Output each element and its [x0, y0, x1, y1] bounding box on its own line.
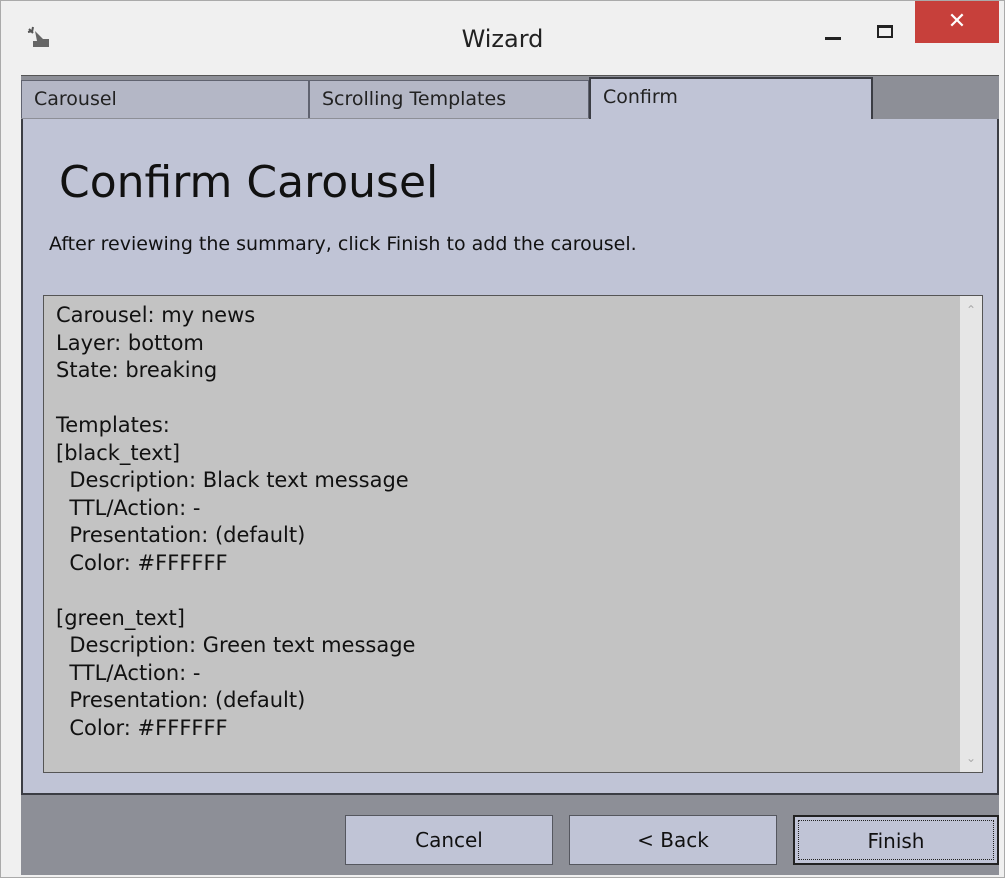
minimize-icon: [825, 37, 841, 40]
page-title: Confirm Carousel: [59, 157, 439, 208]
close-icon: ✕: [947, 9, 967, 34]
summary-text: Carousel: my news Layer: bottom State: b…: [56, 303, 416, 740]
tab-confirm[interactable]: Confirm: [589, 77, 873, 120]
wizard-window: Wizard ✕ Carousel Scrolling Templates Co…: [0, 0, 1005, 878]
button-bar: Cancel < Back Finish: [21, 793, 999, 875]
minimize-button[interactable]: [813, 11, 857, 51]
title-bar[interactable]: Wizard ✕: [1, 1, 1004, 75]
summary-textbox[interactable]: Carousel: my news Layer: bottom State: b…: [43, 295, 983, 773]
summary-scrollbar[interactable]: ⌃ ⌄: [960, 296, 982, 772]
close-button[interactable]: ✕: [915, 1, 999, 43]
tab-strip: Carousel Scrolling Templates Confirm: [21, 75, 999, 120]
scroll-up-arrow-icon[interactable]: ⌃: [960, 298, 982, 322]
confirm-panel: Confirm Carousel After reviewing the sum…: [21, 119, 999, 793]
maximize-button[interactable]: [867, 11, 907, 51]
instruction-text: After reviewing the summary, click Finis…: [49, 233, 637, 255]
finish-button-label: Finish: [867, 829, 925, 853]
maximize-icon: [877, 25, 893, 38]
tab-scrolling-templates[interactable]: Scrolling Templates: [309, 80, 589, 118]
back-button[interactable]: < Back: [569, 815, 777, 865]
cancel-button[interactable]: Cancel: [345, 815, 553, 865]
tab-carousel[interactable]: Carousel: [21, 80, 309, 118]
scroll-down-arrow-icon[interactable]: ⌄: [960, 746, 982, 770]
finish-button[interactable]: Finish: [793, 815, 999, 865]
